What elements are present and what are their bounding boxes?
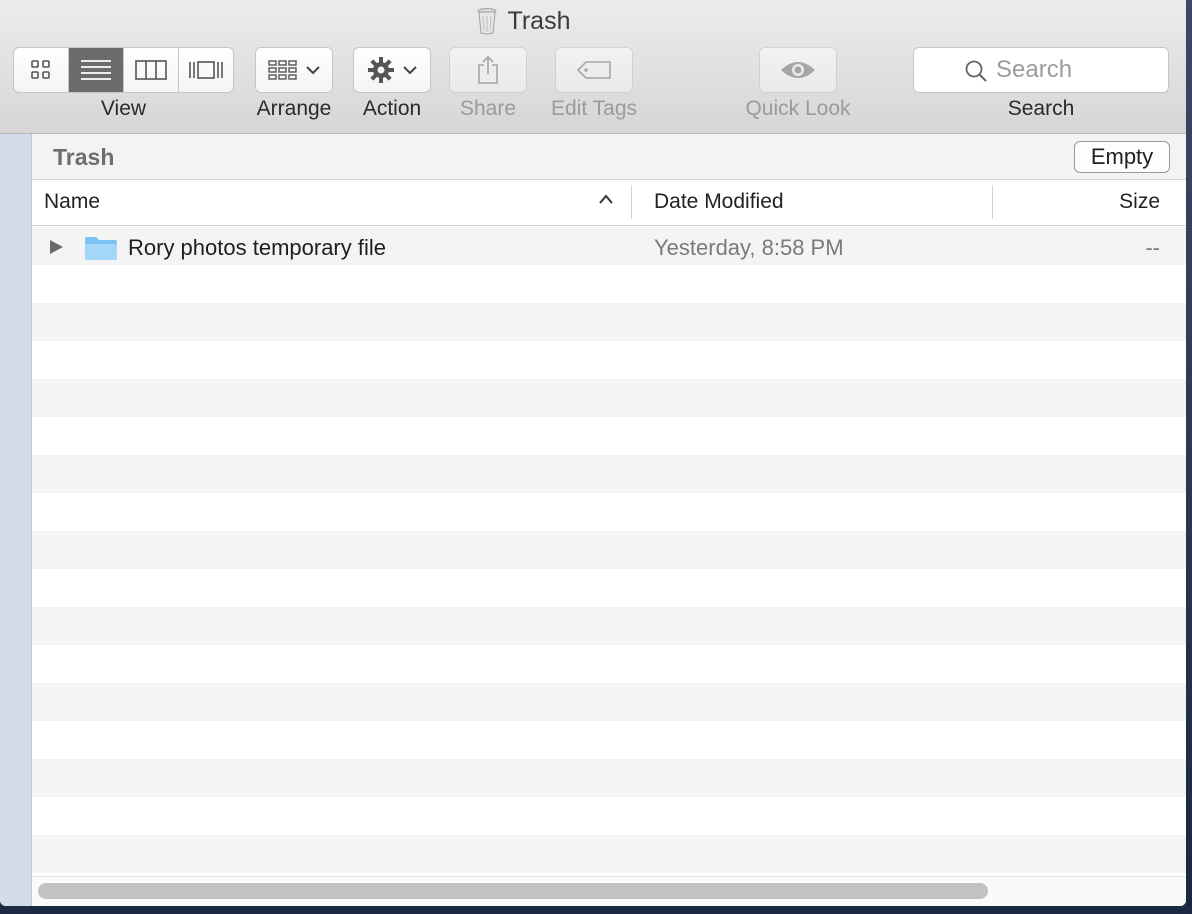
folder-icon bbox=[85, 237, 117, 260]
search-field[interactable] bbox=[913, 47, 1186, 93]
list-item bbox=[32, 493, 1186, 531]
horizontal-scrollbar[interactable] bbox=[32, 876, 1186, 906]
arrange-grid-icon bbox=[268, 60, 297, 80]
list-item bbox=[32, 645, 1186, 683]
edit-tags-button[interactable] bbox=[555, 47, 633, 93]
list-item bbox=[32, 455, 1186, 493]
list-item bbox=[32, 607, 1186, 645]
desktop-background bbox=[0, 906, 1192, 914]
column-divider[interactable] bbox=[631, 185, 632, 219]
columns-icon bbox=[135, 60, 167, 80]
list-item bbox=[32, 759, 1186, 797]
cover-flow-icon bbox=[189, 61, 223, 79]
path-bar: Trash Empty bbox=[32, 134, 1186, 180]
arrange-label: Arrange bbox=[256, 97, 332, 120]
title-bar: Trash bbox=[0, 4, 1186, 38]
column-header-date-modified[interactable]: Date Modified bbox=[654, 190, 784, 214]
quick-look-label: Quick Look bbox=[745, 97, 851, 120]
search-label: Search bbox=[1007, 97, 1075, 120]
list-item bbox=[32, 835, 1186, 873]
finder-window: Trash View Arrange Action Share Edit Tag… bbox=[0, 0, 1186, 906]
location-title: Trash bbox=[53, 144, 115, 170]
sort-ascending-icon bbox=[599, 194, 613, 204]
view-label: View bbox=[100, 97, 147, 120]
action-button[interactable] bbox=[353, 47, 431, 93]
list-item bbox=[32, 569, 1186, 607]
eye-icon bbox=[781, 62, 815, 78]
column-header-size[interactable]: Size bbox=[1119, 190, 1160, 214]
share-button[interactable] bbox=[449, 47, 527, 93]
list-item bbox=[32, 683, 1186, 721]
file-list: Rory photos temporary file Yesterday, 8:… bbox=[32, 227, 1186, 877]
list-item bbox=[32, 341, 1186, 379]
action-label: Action bbox=[362, 97, 422, 120]
list-item bbox=[32, 379, 1186, 417]
edit-tags-label: Edit Tags bbox=[551, 97, 637, 120]
empty-trash-button[interactable]: Empty bbox=[1074, 141, 1170, 173]
file-name: Rory photos temporary file bbox=[128, 235, 386, 260]
column-header-name[interactable]: Name bbox=[44, 190, 100, 214]
search-icon bbox=[965, 60, 987, 82]
list-item bbox=[32, 797, 1186, 835]
list-view-button[interactable] bbox=[69, 48, 124, 92]
column-divider[interactable] bbox=[992, 185, 993, 219]
desktop-background bbox=[1186, 0, 1192, 914]
scrollbar-thumb[interactable] bbox=[38, 883, 988, 899]
file-date-modified: Yesterday, 8:58 PM bbox=[654, 235, 844, 260]
list-item bbox=[32, 531, 1186, 569]
window-title: Trash bbox=[507, 6, 571, 35]
search-input[interactable] bbox=[996, 56, 1186, 84]
disclosure-triangle-icon[interactable] bbox=[48, 239, 64, 255]
chevron-down-icon bbox=[306, 66, 320, 75]
list-item bbox=[32, 303, 1186, 341]
chevron-down-icon bbox=[403, 66, 417, 75]
share-icon bbox=[478, 55, 498, 84]
view-segmented-control bbox=[13, 47, 234, 93]
share-label: Share bbox=[459, 97, 517, 120]
list-item bbox=[32, 417, 1186, 455]
grid-icon bbox=[31, 60, 50, 79]
column-header: Name Date Modified Size bbox=[32, 180, 1186, 226]
toolbar: Trash View Arrange Action Share Edit Tag… bbox=[0, 0, 1186, 134]
trash-icon bbox=[477, 8, 496, 35]
tag-icon bbox=[576, 61, 611, 79]
list-item bbox=[32, 265, 1186, 303]
sidebar[interactable] bbox=[0, 134, 32, 906]
list-icon bbox=[81, 60, 111, 80]
quick-look-button[interactable] bbox=[759, 47, 837, 93]
file-size: -- bbox=[1145, 235, 1160, 260]
table-row[interactable]: Rory photos temporary file Yesterday, 8:… bbox=[32, 227, 1186, 265]
arrange-button[interactable] bbox=[255, 47, 333, 93]
cover-flow-view-button[interactable] bbox=[179, 48, 233, 92]
gear-icon bbox=[368, 57, 394, 83]
list-item bbox=[32, 721, 1186, 759]
column-view-button[interactable] bbox=[124, 48, 179, 92]
icon-view-button[interactable] bbox=[14, 48, 69, 92]
